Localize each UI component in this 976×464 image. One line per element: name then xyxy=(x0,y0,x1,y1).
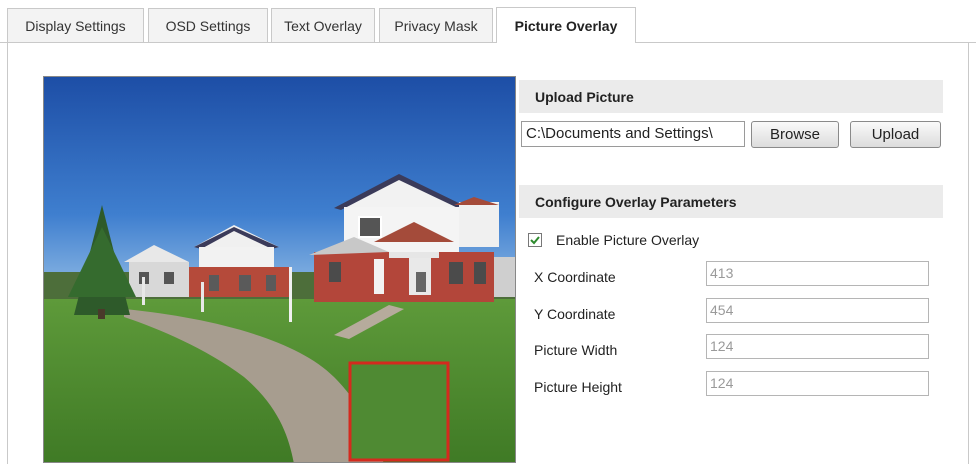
upload-button[interactable]: Upload xyxy=(850,121,941,148)
y-coordinate-field[interactable]: 454 xyxy=(706,298,929,323)
tab-privacy-mask[interactable]: Privacy Mask xyxy=(379,8,493,42)
tab-text-overlay[interactable]: Text Overlay xyxy=(271,8,375,42)
panel-border xyxy=(968,42,969,464)
tab-bar: Display Settings OSD Settings Text Overl… xyxy=(0,0,976,43)
tab-display-settings[interactable]: Display Settings xyxy=(7,8,144,42)
picture-height-field[interactable]: 124 xyxy=(706,371,929,396)
overlay-params-header: Configure Overlay Parameters xyxy=(519,185,943,218)
panel-border xyxy=(7,42,8,464)
y-coordinate-label: Y Coordinate xyxy=(534,306,616,322)
check-icon xyxy=(530,236,540,245)
picture-height-label: Picture Height xyxy=(534,379,622,395)
x-coordinate-field[interactable]: 413 xyxy=(706,261,929,286)
upload-picture-header: Upload Picture xyxy=(519,80,943,113)
tab-osd-settings[interactable]: OSD Settings xyxy=(148,8,268,42)
browse-button[interactable]: Browse xyxy=(751,121,839,148)
picture-width-field[interactable]: 124 xyxy=(706,334,929,359)
file-path-field[interactable]: C:\Documents and Settings\ xyxy=(521,121,745,147)
tab-divider xyxy=(0,42,976,43)
enable-overlay-label: Enable Picture Overlay xyxy=(556,232,700,248)
enable-overlay-row: Enable Picture Overlay xyxy=(528,230,699,250)
x-coordinate-label: X Coordinate xyxy=(534,269,616,285)
enable-overlay-checkbox[interactable] xyxy=(528,233,542,247)
video-preview xyxy=(43,76,516,463)
picture-width-label: Picture Width xyxy=(534,342,618,358)
tab-picture-overlay[interactable]: Picture Overlay xyxy=(496,7,636,43)
